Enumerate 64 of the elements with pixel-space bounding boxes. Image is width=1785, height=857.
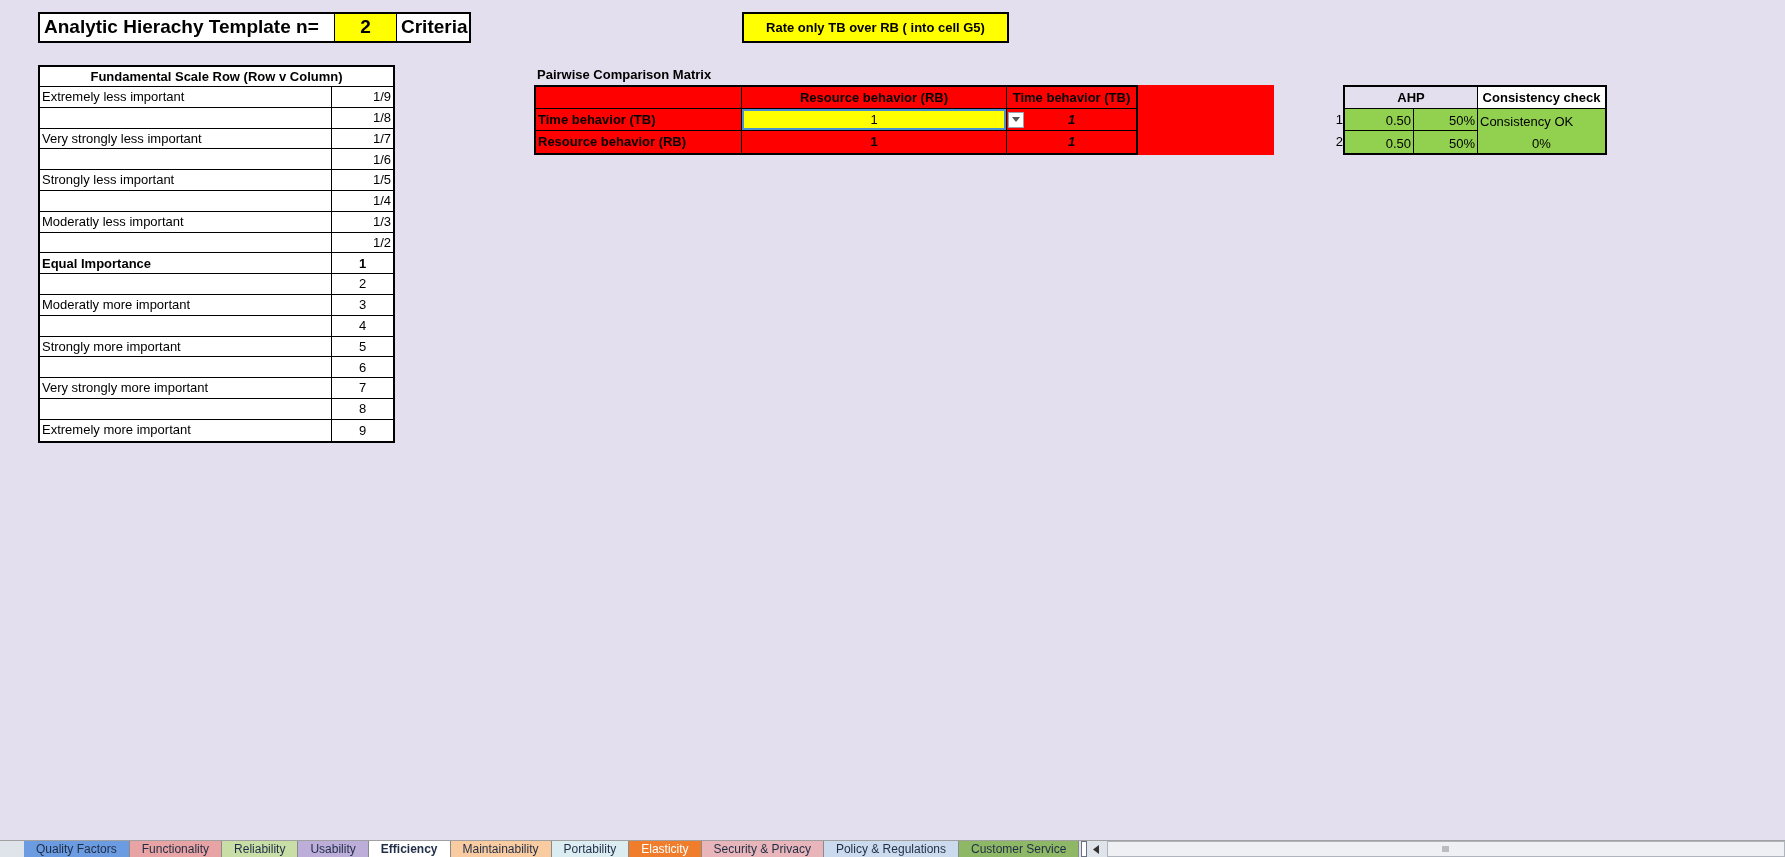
scale-label-cell: Extremely more important — [40, 419, 332, 441]
comparison-input-cell[interactable]: 1 — [742, 109, 1006, 130]
scale-label-cell: Very strongly more important — [40, 378, 332, 398]
scroll-left-icon[interactable] — [1093, 844, 1100, 854]
sheet-tab[interactable]: Usability — [298, 841, 369, 857]
consistency-cell-text: 0% — [1531, 134, 1552, 153]
criteria-count[interactable]: 2 — [334, 14, 397, 41]
scale-label-cell: Strongly more important — [40, 336, 332, 357]
scale-table-header: Fundamental Scale Row (Row v Column) — [40, 67, 393, 87]
percent-cell: 50% — [1414, 131, 1478, 153]
consistency-header: Consistency check — [1478, 87, 1605, 108]
scale-value-cell-text: 3 — [357, 296, 368, 315]
scale-value-cell-text: 1 — [357, 254, 368, 273]
matrix-cell: 1 — [742, 131, 1007, 153]
sheet-tab[interactable]: Reliability — [222, 841, 299, 857]
scale-value-cell-text: 1/3 — [371, 213, 392, 232]
matrix-row-header: Resource behavior (RB) — [536, 131, 742, 153]
matrix-title: Pairwise Comparison Matrix — [536, 66, 713, 85]
consistency-cell-text: Consistency OK — [1479, 112, 1575, 131]
scale-value-cell-text: 5 — [357, 337, 368, 356]
criteria-label: Criteria — [400, 15, 469, 40]
matrix-cell-text: 1 — [1066, 133, 1077, 152]
matrix-cell-text: 1 — [1066, 110, 1077, 129]
scale-value-cell-text: 8 — [357, 400, 368, 419]
scale-value-cell-text: 6 — [357, 358, 368, 377]
tab-split-handle[interactable] — [1081, 841, 1088, 857]
scale-value-cell-text: 1/6 — [371, 150, 392, 169]
scale-label-cell: Moderatly less important — [40, 211, 332, 232]
caret-icon — [1012, 117, 1020, 122]
instruction-note: Rate only TB over RB ( into cell G5) — [742, 12, 1009, 43]
template-title: Analytic Hierachy Template n= — [43, 15, 320, 40]
scale-value-cell-text: 1/8 — [371, 109, 392, 128]
dropdown-button[interactable] — [1008, 111, 1024, 128]
horizontal-scrollbar[interactable] — [1107, 841, 1785, 857]
scale-value-cell-text: 7 — [357, 379, 368, 398]
scale-value-cell-text: 1/4 — [371, 192, 392, 211]
matrix-column-header: Time behavior (TB) — [1011, 88, 1132, 107]
grip-icon — [1442, 846, 1451, 852]
sheet-tab[interactable]: Maintainability — [450, 841, 552, 857]
row-number: 1 — [1334, 110, 1343, 129]
sheet-tab[interactable]: Portability — [551, 841, 630, 857]
sheet-tab[interactable]: Policy & Regulations — [823, 841, 959, 857]
row-number: 2 — [1334, 132, 1343, 151]
weight-cell: 0.50 — [1345, 131, 1414, 153]
scale-value-cell-text: 1/7 — [371, 129, 392, 148]
scale-label-cell: Strongly less important — [40, 170, 332, 190]
scale-value-cell-text: 1/5 — [371, 171, 392, 190]
sheet-tab[interactable]: Customer Service — [959, 841, 1080, 857]
scale-label-cell: Equal Importance — [40, 253, 332, 274]
scale-value-cell-text: 1/9 — [371, 88, 392, 107]
scale-value-cell-text: 4 — [357, 317, 368, 336]
sheet-tab[interactable]: Efficiency — [368, 841, 451, 857]
scale-label-cell: Moderatly more important — [40, 294, 332, 315]
sheet-tab[interactable]: Functionality — [129, 841, 223, 857]
percent-cell: 50% — [1414, 109, 1478, 131]
scale-value-cell-text: 1/2 — [371, 233, 392, 252]
sheet-tab[interactable]: Quality Factors — [24, 841, 130, 857]
matrix-column-header: Resource behavior (RB) — [742, 87, 1007, 108]
scale-label-cell: Extremely less important — [40, 87, 332, 107]
sheet-tab[interactable]: Security & Privacy — [701, 841, 824, 857]
scale-value-cell-text: 2 — [357, 275, 368, 294]
scale-label-cell: Very strongly less important — [40, 128, 332, 149]
weight-cell: 0.50 — [1345, 109, 1414, 131]
scale-value-cell-text: 9 — [357, 422, 368, 441]
